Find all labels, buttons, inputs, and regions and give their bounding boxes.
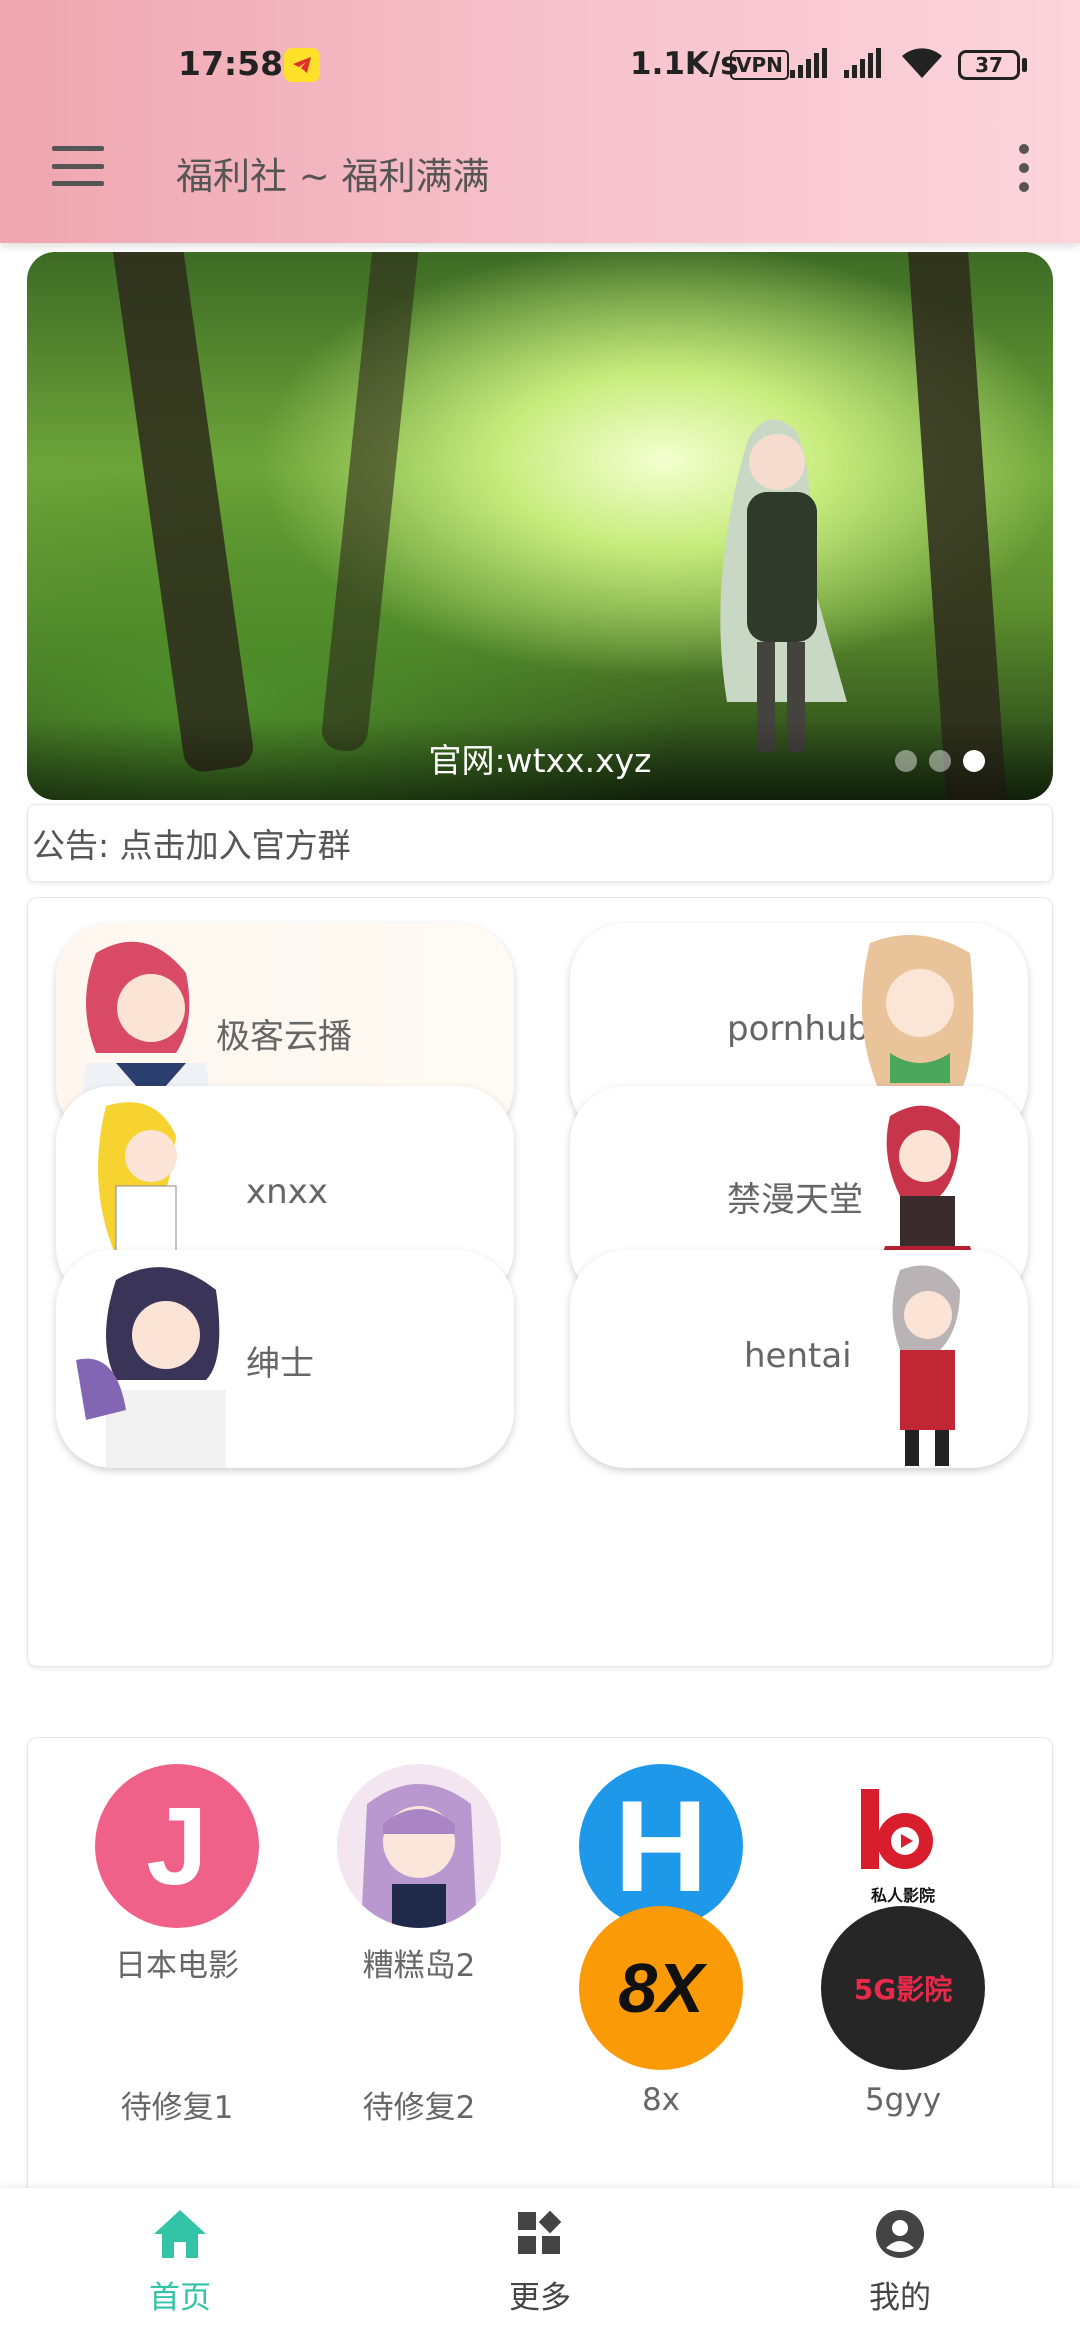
overflow-menu-button[interactable] [1006, 138, 1042, 198]
app-h-icon: H [579, 1764, 743, 1928]
tile-label: 极客云播 [216, 1017, 352, 1057]
signal-2-icon [844, 48, 881, 78]
tile-character-image [76, 1267, 226, 1468]
app-anime-girl-icon [337, 1764, 501, 1928]
battery-icon: 37 [958, 50, 1020, 80]
nav-label: 我的 [869, 2280, 931, 2316]
app-private-cinema-icon: 私人影院 [821, 1764, 985, 1928]
nav-label: 首页 [149, 2280, 211, 2316]
nav-label: 更多 [509, 2280, 571, 2316]
app-j-icon: J [95, 1764, 259, 1928]
app-name: 待修复2 [362, 2090, 476, 2126]
tile-gentleman[interactable]: 绅士 [56, 1250, 514, 1468]
app-glyph: 8X [618, 1949, 704, 2027]
tile-label: hentai [744, 1336, 852, 1376]
banner-tree [319, 252, 421, 753]
app-pending-1[interactable]: 待修复1 [62, 1906, 292, 2127]
tile-label: xnxx [246, 1172, 328, 1212]
nav-profile[interactable]: 我的 [800, 2208, 1000, 2317]
app-pending-2[interactable]: 待修复2 [304, 1906, 534, 2127]
signal-icon [790, 48, 827, 78]
menu-button[interactable] [48, 140, 108, 192]
battery-tip [1022, 58, 1027, 72]
tile-hentai[interactable]: hentai [570, 1250, 1028, 1468]
tile-character-image [892, 1265, 960, 1466]
app-avatar-image [361, 1784, 477, 1928]
app-glyph: H [614, 1773, 708, 1919]
page-title: 福利社 ~ 福利满满 [176, 155, 490, 198]
bottom-navigation: 首页 更多 我的 [0, 2188, 1080, 2340]
nav-more[interactable]: 更多 [440, 2208, 640, 2317]
app-8x-icon: 8X [579, 1906, 743, 2070]
carousel-dot-active[interactable] [963, 750, 985, 772]
notice-text: 公告: 点击加入官方群 [32, 826, 351, 865]
vpn-badge: VPN [730, 50, 789, 80]
app-name: 待修复1 [120, 2090, 234, 2126]
status-bar: 17:58 1.1K/s VPN 37 [0, 0, 1080, 130]
app-logo-text: 私人影院 [871, 1886, 935, 1905]
app-name: 8x [641, 2082, 681, 2118]
app-placeholder-icon [95, 1906, 259, 2070]
app-glyph: J [146, 1784, 208, 1908]
status-time: 17:58 [178, 44, 284, 83]
apps-card: J 日本电影 糟糕岛2 H 琉璃神社 私人影院 [27, 1737, 1053, 2197]
carousel-dot[interactable] [929, 750, 951, 772]
wifi-icon [902, 48, 942, 78]
app-header: 17:58 1.1K/s VPN 37 福利社 ~ 福利满满 [0, 0, 1080, 243]
banner-character-image [720, 419, 847, 752]
network-speed: 1.1K/s [630, 46, 739, 82]
carousel-indicator [895, 750, 985, 772]
notice-bar[interactable]: 公告: 点击加入官方群 [27, 804, 1053, 882]
carousel-dot[interactable] [895, 750, 917, 772]
app-name: 5gyy [864, 2082, 942, 2118]
app-logo-image: 私人影院 [861, 1789, 935, 1905]
app-glyph: 5G影院 [853, 1973, 953, 2006]
banner-caption-bar: 官网:wtxx.xyz [27, 718, 1053, 800]
banner-carousel[interactable]: 官网:wtxx.xyz [27, 252, 1053, 800]
feature-tiles-card: 极客云播 pornhub xnxx 禁漫天堂 绅士 hentai [27, 897, 1053, 1667]
app-placeholder-icon [337, 1906, 501, 2070]
banner-tree [108, 252, 256, 775]
telegram-notification-icon [284, 48, 320, 82]
nav-home[interactable]: 首页 [80, 2208, 280, 2317]
home-icon [154, 2210, 206, 2258]
app-5g-cinema-icon: 5G影院 [821, 1906, 985, 2070]
account-icon [876, 2210, 924, 2258]
app-5gyy[interactable]: 5G影院 5gyy [788, 1906, 1018, 2118]
app-8x[interactable]: 8X 8x [546, 1906, 776, 2118]
tile-label: 绅士 [246, 1344, 314, 1384]
widgets-icon [518, 2210, 562, 2254]
